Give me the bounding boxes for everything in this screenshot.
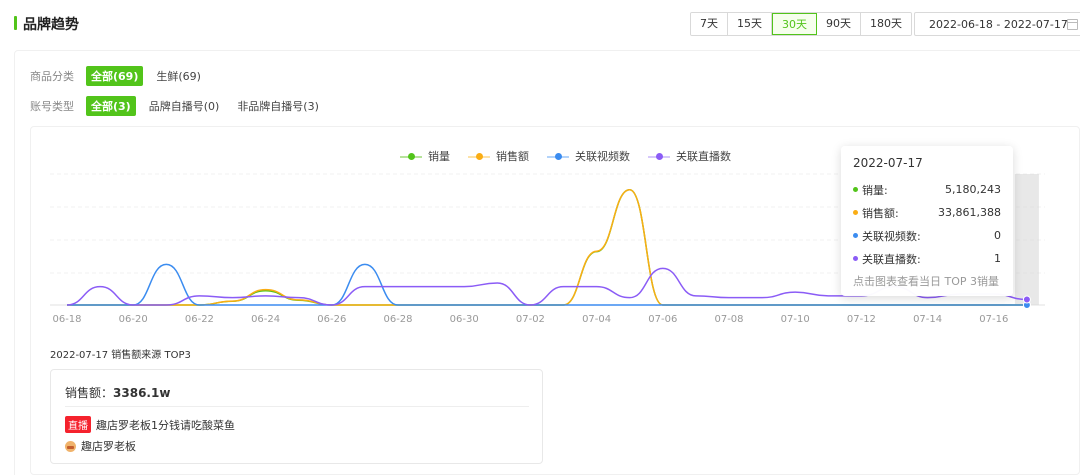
tooltip-key-live: 关联直播数: [853, 251, 921, 267]
x-tick-label: 06-18 [52, 314, 81, 325]
legend-revenue-marker [468, 151, 490, 161]
tooltip-row-live: 关联直播数: 1 [853, 247, 1001, 270]
top3-live-item[interactable]: 直播 趣店罗老板1分钱请吃酸菜鱼 [65, 416, 235, 433]
x-tick-label: 07-12 [847, 314, 876, 325]
series-point-3 [1022, 295, 1031, 304]
legend-sales-marker [400, 151, 422, 161]
tooltip-label-sales: 销量: [862, 183, 888, 197]
live-title-link[interactable]: 趣店罗老板1分钱请吃酸菜鱼 [96, 417, 235, 433]
x-tick-label: 07-08 [714, 314, 743, 325]
chart-tooltip: 2022-07-17 销量: 5,180,243 销售额: 33,861,388… [841, 146, 1013, 296]
top3-shop-item[interactable]: 趣店罗老板 [65, 438, 136, 454]
shop-avatar-icon [65, 440, 76, 452]
x-tick-label: 06-20 [119, 314, 148, 325]
dot-icon [853, 256, 858, 261]
legend-live-label: 关联直播数 [676, 150, 731, 163]
x-tick-label: 06-24 [251, 314, 280, 325]
x-tick-label: 07-10 [781, 314, 810, 325]
tooltip-key-revenue: 销售额: [853, 205, 899, 221]
x-tick-label: 07-06 [648, 314, 677, 325]
legend-sales-label: 销量 [428, 150, 450, 163]
dot-icon [853, 187, 858, 192]
dot-icon [853, 233, 858, 238]
chart-legend: 销量 销售额 关联视频数 关联直播数 [400, 148, 749, 164]
top3-sales-line: 销售额：3386.1w [65, 384, 170, 401]
tooltip-row-video: 关联视频数: 0 [853, 224, 1001, 247]
divider [65, 406, 529, 407]
legend-revenue-label: 销售额 [496, 150, 529, 163]
tooltip-key-video: 关联视频数: [853, 228, 921, 244]
top3-sales-value: 3386.1w [113, 386, 171, 400]
legend-video[interactable]: 关联视频数 [547, 148, 630, 164]
hover-band [1014, 174, 1039, 305]
top3-card: 销售额：3386.1w 直播 趣店罗老板1分钱请吃酸菜鱼 趣店罗老板 [50, 369, 543, 464]
x-tick-label: 07-02 [516, 314, 545, 325]
tooltip-value-revenue: 33,861,388 [938, 206, 1001, 219]
legend-video-marker [547, 151, 569, 161]
x-tick-label: 06-26 [317, 314, 346, 325]
x-tick-label: 07-14 [913, 314, 942, 325]
tooltip-label-revenue: 销售额: [862, 206, 899, 220]
tooltip-value-video: 0 [994, 229, 1001, 242]
x-tick-label: 07-16 [979, 314, 1008, 325]
tooltip-date: 2022-07-17 [853, 156, 923, 170]
legend-video-label: 关联视频数 [575, 150, 630, 163]
x-tick-label: 06-22 [185, 314, 214, 325]
top3-sales-label: 销售额： [65, 386, 114, 400]
x-axis-ticks: 06-18 06-20 06-22 06-24 06-26 06-28 06-30 07-02… [52, 314, 1008, 325]
legend-revenue[interactable]: 销售额 [468, 148, 529, 164]
x-tick-label: 07-04 [582, 314, 611, 325]
tooltip-label-live: 关联直播数: [862, 252, 921, 266]
tooltip-row-sales: 销量: 5,180,243 [853, 178, 1001, 201]
legend-live[interactable]: 关联直播数 [648, 148, 731, 164]
x-tick-label: 06-28 [383, 314, 412, 325]
tooltip-hint: 点击图表查看当日 TOP 3销量 [853, 275, 1000, 288]
tooltip-value-sales: 5,180,243 [945, 183, 1001, 196]
legend-sales[interactable]: 销量 [400, 148, 450, 164]
x-tick-label: 06-30 [450, 314, 479, 325]
tooltip-label-video: 关联视频数: [862, 229, 921, 243]
tooltip-row-revenue: 销售额: 33,861,388 [853, 201, 1001, 224]
tooltip-key-sales: 销量: [853, 182, 888, 198]
legend-live-marker [648, 151, 670, 161]
shop-name[interactable]: 趣店罗老板 [81, 438, 136, 454]
dot-icon [853, 210, 858, 215]
live-badge: 直播 [65, 416, 91, 433]
top3-title: 2022-07-17 销售额来源 TOP3 [50, 350, 191, 361]
tooltip-value-live: 1 [994, 252, 1001, 265]
